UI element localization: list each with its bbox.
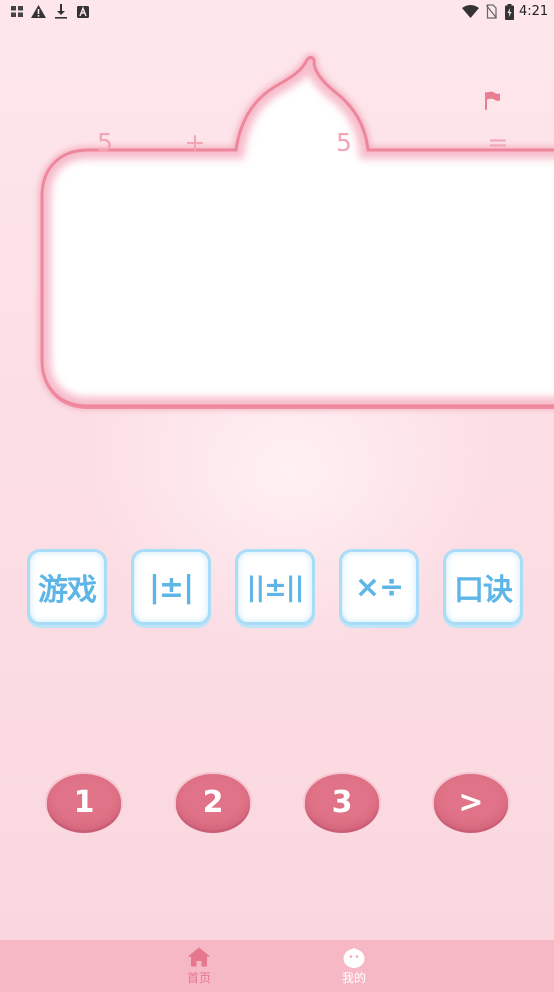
app-notification-icon [11, 6, 23, 17]
nav-label-mine: 我的 [341, 971, 366, 985]
level-button-2[interactable]: 2 [176, 774, 250, 830]
mode-button-single-plus-minus[interactable]: |±| [131, 549, 211, 625]
mode-button-multiply-divide[interactable]: ×÷ [339, 549, 419, 625]
mode-button-game[interactable]: 游戏 [27, 549, 107, 625]
mode-button-label: ||±|| [246, 571, 304, 603]
equation-equals: = [487, 128, 509, 157]
mode-button-label: 游戏 [38, 573, 97, 608]
status-bar: 4:21 [0, 0, 554, 24]
nav-label-home: 首页 [186, 971, 211, 985]
battery-charging-icon [505, 4, 514, 20]
flag-icon[interactable] [483, 91, 501, 111]
bottom-nav: 首页 我的 [0, 940, 554, 992]
level-button-label: 3 [331, 784, 353, 820]
face-icon [343, 948, 365, 968]
mode-button-double-plus-minus[interactable]: ||±|| [235, 549, 315, 625]
level-button-1[interactable]: 1 [47, 774, 121, 830]
warning-icon [31, 5, 46, 18]
mode-button-formula[interactable]: 口诀 [443, 549, 523, 625]
mode-button-label: 口诀 [454, 573, 513, 608]
no-sim-icon [486, 4, 497, 19]
nav-item-home[interactable]: 首页 [169, 940, 229, 992]
equation-operator: + [184, 128, 206, 157]
answer-bubble [0, 40, 554, 430]
download-icon [55, 4, 67, 19]
a-box-icon [77, 6, 89, 18]
clock: 4:21 [519, 4, 549, 19]
equation-operand-a: 5 [97, 128, 113, 157]
wifi-icon [462, 5, 479, 18]
mode-button-label: |±| [148, 569, 194, 605]
level-button-3[interactable]: 3 [305, 774, 379, 830]
next-level-button[interactable]: > [434, 774, 508, 830]
level-button-label: 2 [202, 784, 224, 820]
home-icon [188, 947, 210, 967]
nav-item-mine[interactable]: 我的 [324, 940, 384, 992]
level-button-label: 1 [73, 784, 95, 820]
equation-operand-b: 5 [336, 128, 352, 157]
mode-button-label: ×÷ [354, 569, 404, 605]
level-button-label: > [458, 784, 484, 820]
